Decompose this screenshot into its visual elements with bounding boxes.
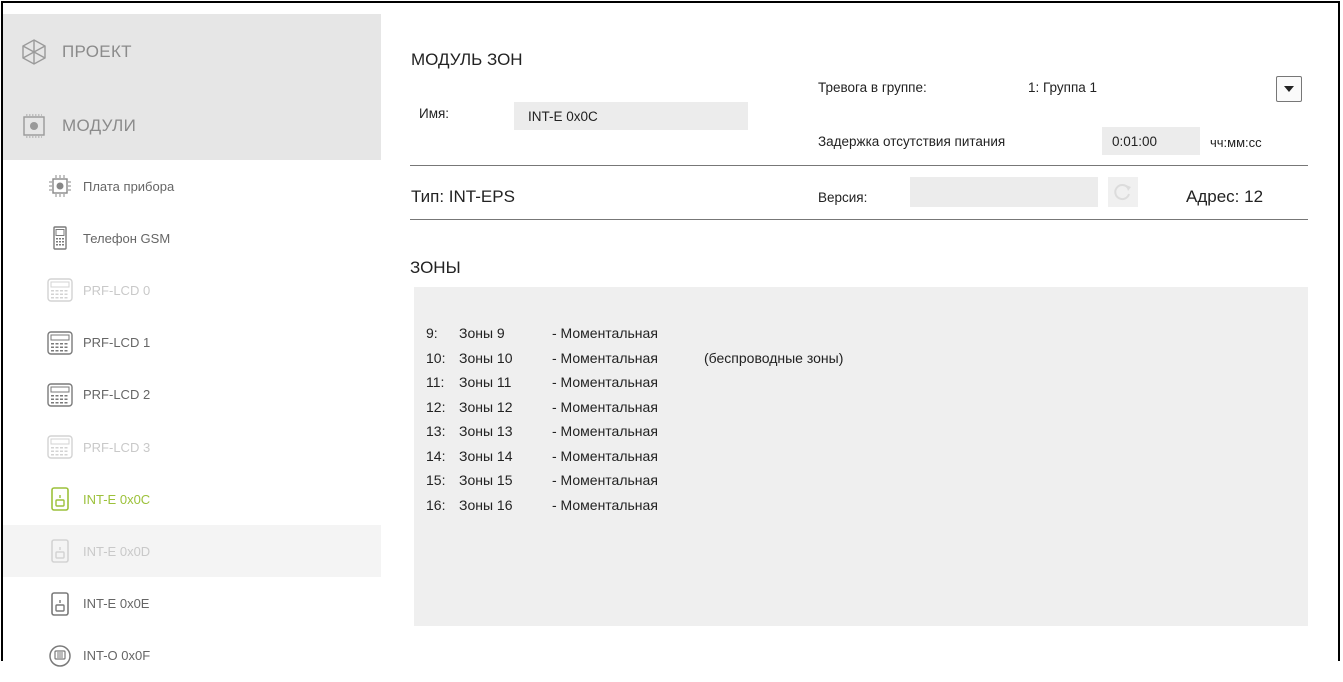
zones-title: ЗОНЫ [410, 258, 461, 277]
version-field [910, 177, 1098, 207]
zone-type: - Моментальная [552, 374, 658, 390]
zone-name: Зоны 14 [459, 447, 513, 464]
address-label: Адрес: 12 [1186, 187, 1263, 207]
address-label-text: Адрес: [1186, 187, 1240, 206]
alarm-group-value[interactable]: 1: Группа 1 [1028, 80, 1097, 95]
sidebar-module-item[interactable]: PRF-LCD 3 [3, 421, 381, 473]
zone-type: - Моментальная [552, 349, 658, 366]
zone-type: - Моментальная [552, 496, 658, 513]
name-field[interactable]: INT-E 0x0C [514, 102, 748, 130]
board-chip-icon [47, 173, 73, 199]
sidebar-module-label: INT-O 0x0F [83, 648, 151, 664]
expander-module-icon [47, 486, 73, 512]
zone-number: 11: [426, 374, 445, 390]
project-icon [21, 39, 47, 65]
divider [410, 165, 1308, 166]
zone-name: Зоны 13 [459, 423, 513, 439]
zone-name: Зоны 10 [459, 349, 513, 366]
sidebar-module-label: PRF-LCD 1 [83, 335, 151, 351]
sidebar-module-label: Плата прибора [83, 178, 175, 194]
zone-type: - Моментальная [552, 472, 658, 488]
sidebar-module-label: PRF-LCD 2 [83, 387, 151, 403]
zone-row[interactable]: 13: Зоны 13 - Моментальная [414, 423, 1308, 445]
alarm-group-dropdown-button[interactable] [1276, 76, 1302, 102]
power-delay-unit: чч:мм:сс [1210, 135, 1262, 150]
refresh-icon [1114, 184, 1131, 201]
sidebar-module-label: INT-E 0x0C [83, 491, 151, 507]
keypad-lcd-icon [47, 330, 73, 356]
sidebar-module-item[interactable]: INT-O 0x0F [3, 630, 381, 682]
type-label-text: Тип: [411, 187, 445, 206]
zone-number: 16: [426, 496, 446, 513]
zone-number: 12: [426, 398, 446, 415]
zone-number: 15: [426, 472, 446, 488]
power-delay-label: Задержка отсутствия питания [818, 134, 1006, 149]
chevron-down-icon [1284, 86, 1294, 92]
zone-row[interactable]: 11: Зоны 11 - Моментальная [414, 374, 1308, 396]
zone-note: (беспроводные зоны) [704, 349, 844, 366]
sidebar-modules-label: МОДУЛИ [62, 116, 137, 135]
zone-name: Зоны 16 [459, 496, 513, 513]
zone-type: - Моментальная [552, 447, 658, 464]
sidebar-item-modules[interactable]: МОДУЛИ [3, 98, 381, 154]
zone-number: 10: [426, 349, 446, 366]
zone-row[interactable]: 12: Зоны 12 - Моментальная [414, 399, 1308, 421]
zone-row[interactable]: 15: Зоны 15 - Моментальная [414, 472, 1308, 494]
name-label: Имя: [419, 106, 450, 121]
zone-row[interactable]: 10: Зоны 10 - Моментальная (беспроводные зо… [414, 350, 1308, 372]
address-value: 12 [1244, 187, 1264, 206]
sidebar-module-item[interactable]: INT-E 0x0E [3, 578, 381, 630]
page-title: МОДУЛЬ ЗОН [411, 50, 523, 69]
sidebar-module-item[interactable]: PRF-LCD 1 [3, 317, 381, 369]
sidebar-header: ПРОЕКТ МОДУЛИ [3, 14, 381, 160]
power-delay-value: 0:01:00 [1112, 133, 1158, 149]
refresh-version-button[interactable] [1108, 177, 1138, 207]
zone-type: - Моментальная [552, 423, 658, 439]
zone-name: Зоны 12 [459, 398, 513, 415]
sidebar-module-item[interactable]: Телефон GSM [3, 212, 381, 264]
type-label: Тип: INT-EPS [411, 187, 515, 207]
sidebar-module-item[interactable]: PRF-LCD 0 [3, 264, 381, 316]
version-label: Версия: [818, 190, 868, 205]
zone-row[interactable]: 16: Зоны 16 - Моментальная [414, 497, 1308, 519]
keypad-lcd-icon [47, 434, 73, 460]
keypad-lcd-icon [47, 382, 73, 408]
power-delay-field[interactable]: 0:01:00 [1102, 127, 1200, 155]
zone-row[interactable]: 9: Зоны 9 - Моментальная [414, 325, 1308, 347]
expander-module-icon [47, 591, 73, 617]
zone-row[interactable]: 14: Зоны 14 - Моментальная [414, 448, 1308, 470]
name-value: INT-E 0x0C [528, 108, 598, 124]
zone-number: 13: [426, 423, 446, 439]
sidebar-module-item[interactable]: Плата прибора [3, 160, 381, 212]
zones-list: 9: Зоны 9 - Моментальная 10: Зоны 10 - Момент… [414, 287, 1308, 626]
zone-name: Зоны 15 [459, 472, 513, 488]
zone-type: - Моментальная [552, 325, 658, 341]
sidebar-item-project[interactable]: ПРОЕКТ [3, 24, 381, 80]
zone-number: 9: [426, 325, 438, 341]
zone-name: Зоны 9 [459, 325, 505, 341]
sidebar-module-item[interactable]: PRF-LCD 2 [3, 369, 381, 421]
gsm-phone-icon [47, 225, 73, 251]
sidebar-module-item[interactable]: INT-E 0x0D [3, 525, 381, 578]
sidebar-module-item[interactable]: INT-E 0x0C [3, 473, 381, 526]
modules-icon [21, 113, 47, 139]
sidebar-module-label: PRF-LCD 3 [83, 439, 151, 455]
sidebar-module-label: PRF-LCD 0 [83, 282, 151, 298]
expander-module-icon [47, 538, 73, 564]
sidebar-module-label: INT-E 0x0D [83, 543, 151, 559]
alarm-group-label: Тревога в группе: [818, 80, 927, 95]
sidebar-module-label: INT-E 0x0E [83, 596, 150, 612]
divider [410, 219, 1308, 220]
zone-number: 14: [426, 447, 446, 464]
sidebar-project-label: ПРОЕКТ [62, 42, 132, 61]
sidebar-module-label: Телефон GSM [83, 230, 171, 246]
zone-name: Зоны 11 [459, 374, 512, 390]
zone-type: - Моментальная [552, 398, 658, 415]
keypad-lcd-icon [47, 277, 73, 303]
type-value: INT-EPS [448, 187, 515, 206]
sidebar: ПРОЕКТ МОДУЛИ Плата прибора Телефон GSM PR… [3, 14, 381, 667]
output-module-icon [47, 643, 73, 669]
module-panel: МОДУЛЬ ЗОН Имя: INT-E 0x0C Тревога в гру… [384, 14, 1322, 658]
